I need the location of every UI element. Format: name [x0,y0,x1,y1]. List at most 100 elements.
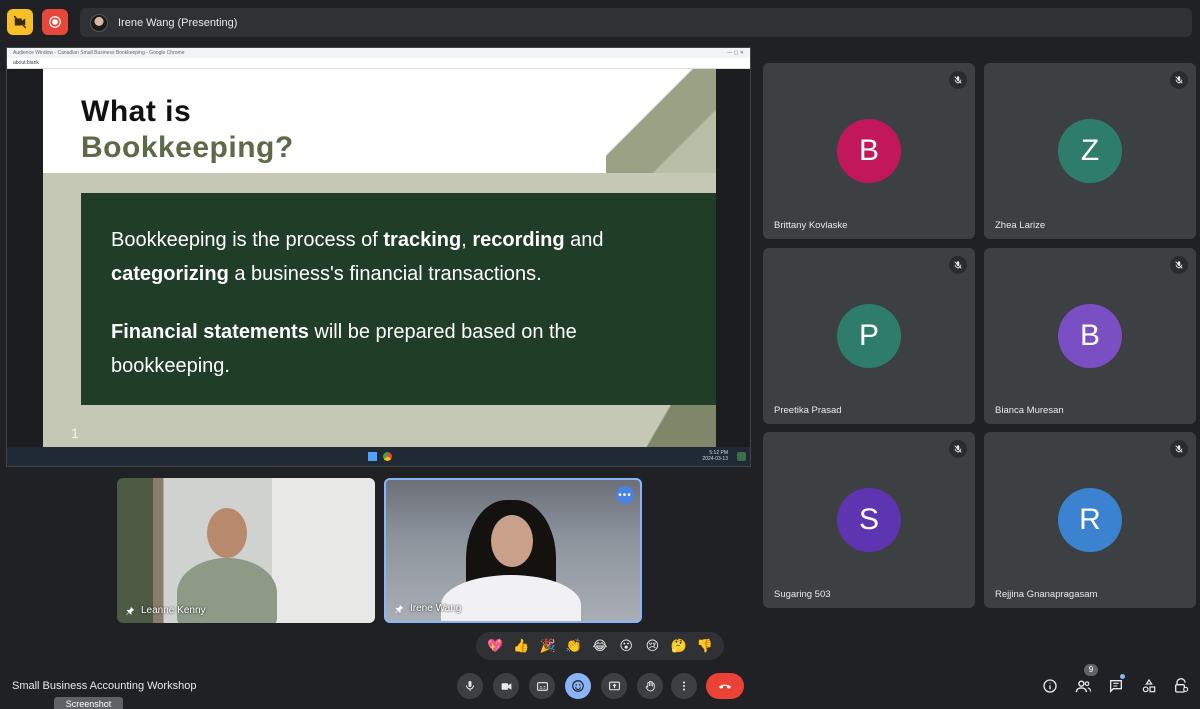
people-button[interactable] [1073,676,1093,696]
mic-off-icon [949,440,967,458]
more-options-button[interactable] [671,673,697,699]
video-feed [207,508,247,558]
pin-icon [395,604,404,613]
present-button[interactable] [601,673,627,699]
participant-name: Sugaring 503 [774,589,831,600]
chrome-icon[interactable] [382,452,392,461]
participant-tile[interactable]: P Preetika Prasad [763,248,975,424]
avatar: P [837,304,901,368]
slide-number: 1 [71,425,79,441]
chat-icon [1110,680,1122,693]
slide-decoration [606,69,716,173]
window-controls-icon: — ▢ ✕ [727,50,744,56]
browser-url: about:blank [13,60,39,66]
hang-up-icon [719,684,731,689]
reaction-sad[interactable]: 😢 [643,637,661,655]
host-controls-button[interactable] [1171,676,1191,696]
emoji-icon [572,680,584,692]
camera-icon [501,682,511,690]
windows-taskbar: 5:12 PM 2024-03-13 [7,447,750,466]
chat-button[interactable] [1106,676,1126,696]
participant-tile[interactable]: R Rejjina Gnanapragasam [984,432,1196,608]
host-controls-icon [1175,678,1189,693]
reaction-laugh[interactable]: 😂 [591,637,609,655]
slide-title-line2: Bookkeeping? [81,131,294,164]
windows-start-icon[interactable] [367,452,377,461]
captions-icon [536,681,548,691]
presenter-avatar [90,13,108,32]
hand-icon [645,680,655,691]
reaction-party[interactable]: 🎉 [539,637,557,655]
mic-off-icon [949,71,967,89]
avatar: Z [1058,119,1122,183]
activities-button[interactable] [1139,676,1159,696]
people-count-badge: 9 [1084,664,1098,676]
participant-name: Zhea Larize [995,220,1046,231]
mic-off-icon [1170,71,1188,89]
camera-off-icon[interactable] [7,9,33,35]
leave-call-button[interactable] [706,673,744,699]
meeting-title: Small Business Accounting Workshop [12,680,197,692]
reactions-bar: 💖 👍 🎉 👏 😂 😮 😢 🤔 👎 [476,632,724,660]
participant-name: Brittany Kovlaske [774,220,848,231]
meet-window: Irene Wang (Presenting) Audience Window … [0,0,1200,709]
more-vert-icon [683,681,685,691]
camera-tile-leanne[interactable]: Leanne Kenny [117,478,375,623]
tray-icon[interactable] [737,452,746,461]
camera-label: Leanne Kenny [125,605,206,616]
browser-title-bar: Audience Window - Canadian Small Busines… [7,48,750,58]
microphone-icon [466,681,474,691]
browser-window-title: Audience Window - Canadian Small Busines… [13,50,185,56]
participant-tile[interactable]: Z Zhea Larize [984,63,1196,239]
reaction-thumbs-up[interactable]: 👍 [512,637,530,655]
browser-address-bar: about:blank [7,58,750,69]
participant-name: Bianca Muresan [995,405,1064,416]
present-screen-icon [608,681,620,690]
slide-title-line1: What is [81,95,192,128]
participant-name: Rejjina Gnanapragasam [995,589,1098,600]
avatar: S [837,488,901,552]
reactions-button[interactable] [565,673,591,699]
slide-content-box: Bookkeeping is the process of tracking, … [81,193,716,405]
video-feed [441,575,581,621]
people-icon [1075,679,1091,692]
camera-tile-irene[interactable]: ••• Irene Wang [384,478,642,623]
participant-tile[interactable]: B Bianca Muresan [984,248,1196,424]
meeting-info-button[interactable] [1040,676,1060,696]
presenting-banner: Irene Wang (Presenting) [80,8,1192,37]
participant-name: Preetika Prasad [774,405,842,416]
avatar: R [1058,488,1122,552]
participant-tile[interactable]: S Sugaring 503 [763,432,975,608]
mic-off-icon [949,256,967,274]
record-icon[interactable] [42,9,68,35]
slide-paragraph-1: Bookkeeping is the process of tracking, … [111,229,604,285]
reaction-thumbs-down[interactable]: 👎 [696,637,714,655]
mic-off-icon [1170,256,1188,274]
slide-area: What is Bookkeeping? Bookkeeping is the … [7,69,750,449]
screenshot-tooltip: Screenshot [54,697,123,709]
mic-off-icon [1170,440,1188,458]
raise-hand-button[interactable] [637,673,663,699]
participant-tile[interactable]: B Brittany Kovlaske [763,63,975,239]
avatar: B [837,119,901,183]
taskbar-clock: 5:12 PM 2024-03-13 [702,450,728,462]
shared-screen[interactable]: Audience Window - Canadian Small Busines… [6,47,751,467]
more-options-icon[interactable]: ••• [616,486,634,504]
microphone-button[interactable] [457,673,483,699]
slide-paragraph-2: Financial statements will be prepared ba… [111,321,577,377]
presenting-label: Irene Wang (Presenting) [118,16,238,29]
reaction-thinking[interactable]: 🤔 [670,637,688,655]
video-feed [491,515,533,567]
camera-button[interactable] [493,673,519,699]
presentation-slide: What is Bookkeeping? Bookkeeping is the … [43,69,716,449]
activities-icon [1142,678,1156,693]
pin-icon [126,606,135,615]
captions-button[interactable] [529,673,555,699]
chat-notification-dot [1120,674,1125,679]
reaction-clap[interactable]: 👏 [565,637,583,655]
avatar: B [1058,304,1122,368]
reaction-surprised[interactable]: 😮 [617,637,635,655]
camera-label: Irene Wang [394,603,461,614]
info-icon [1043,679,1057,693]
reaction-heart[interactable]: 💖 [486,637,504,655]
